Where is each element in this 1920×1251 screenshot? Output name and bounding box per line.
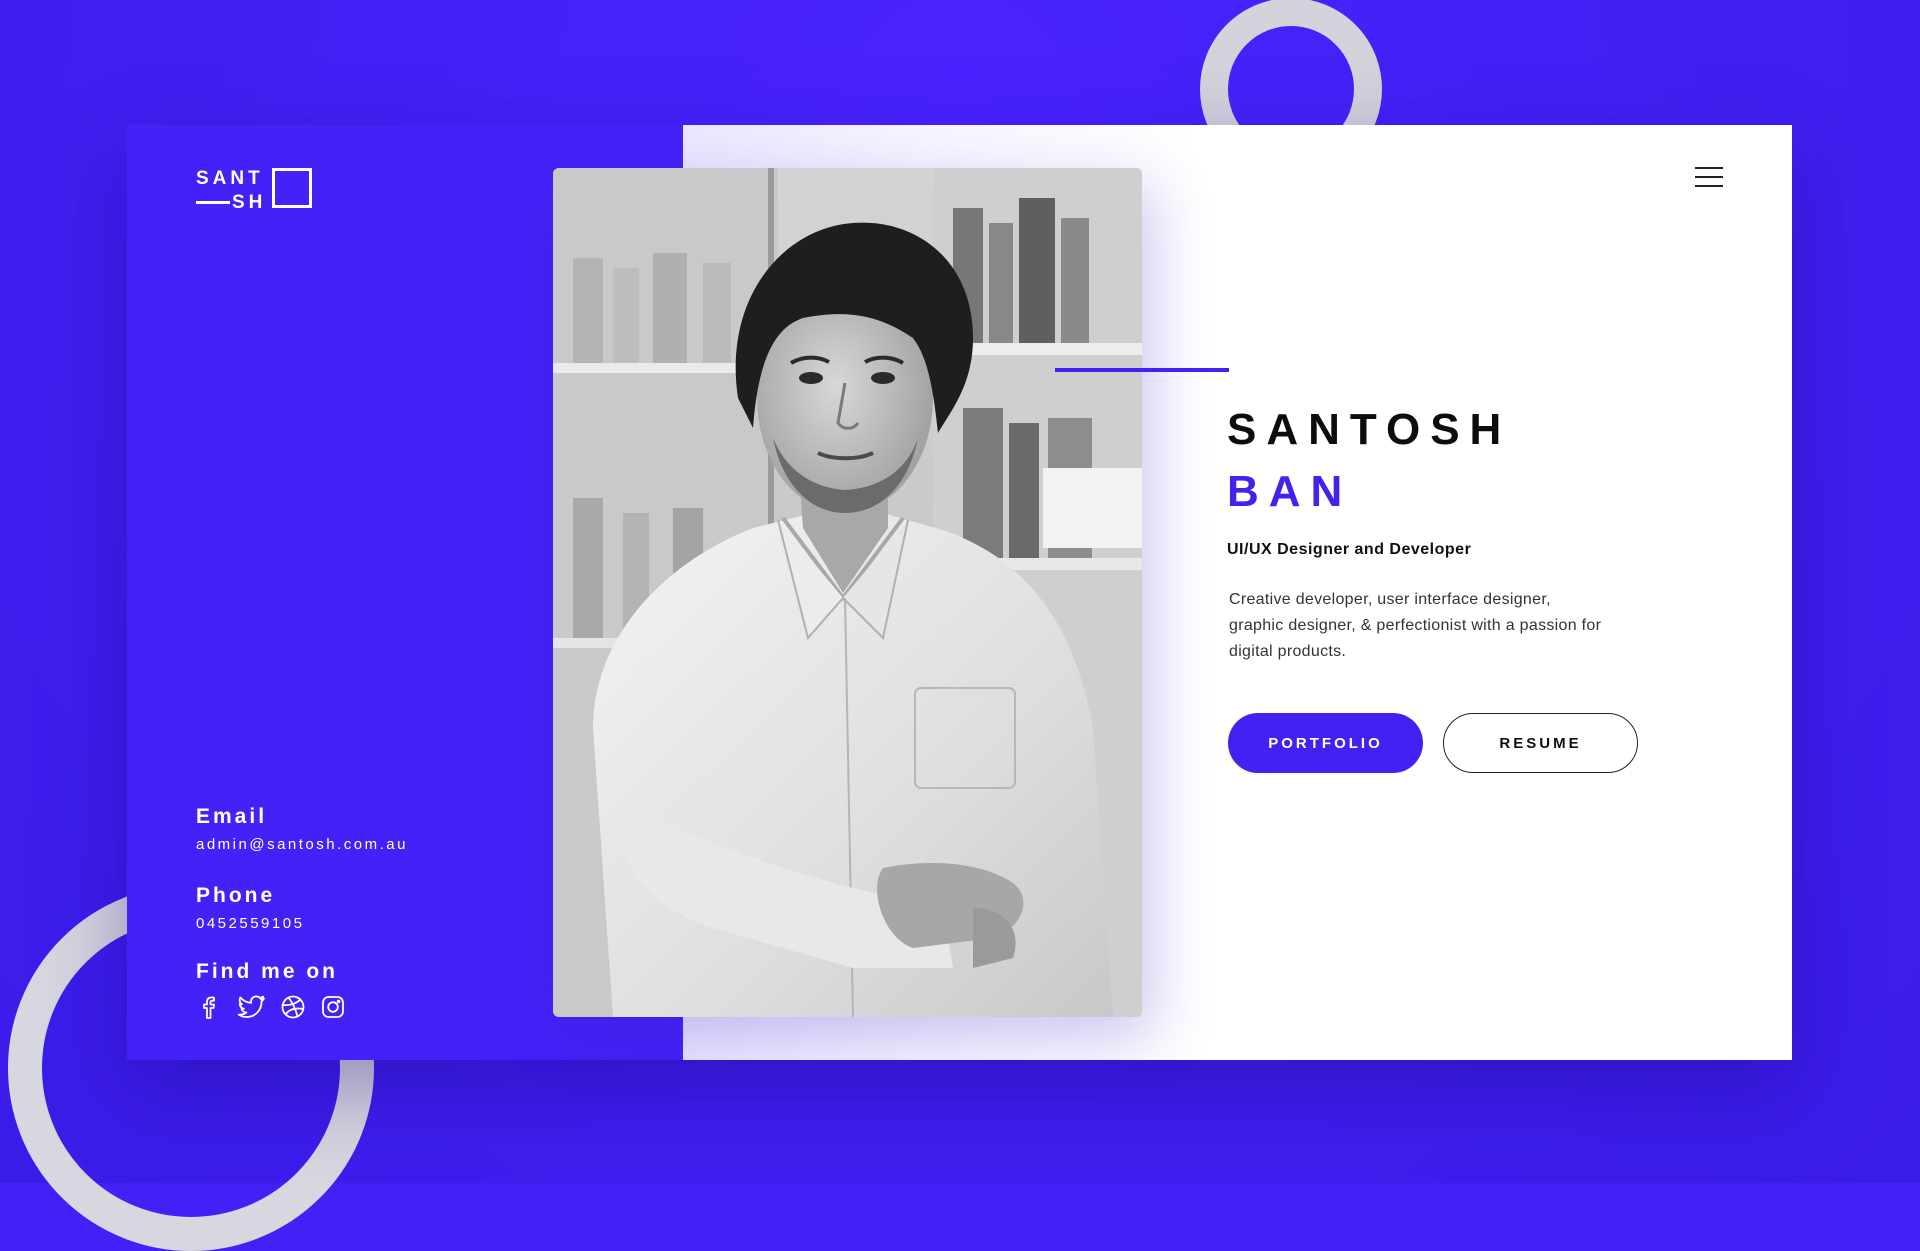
dribbble-icon[interactable] [280,994,306,1020]
last-name-heading: BAN [1227,467,1353,516]
role-subtitle: UI/UX Designer and Developer [1227,541,1472,558]
social-block: Find me on [196,960,346,1020]
phone-label: Phone [196,884,276,907]
find-me-label: Find me on [196,960,338,983]
logo-text-line2: SH [232,192,267,213]
email-label: Email [196,805,268,828]
hamburger-menu-icon[interactable] [1695,167,1723,189]
profile-photo [553,168,1142,1017]
resume-button[interactable]: RESUME [1443,713,1638,773]
phone-block: Phone 0452559105 [196,884,304,932]
bio-text: Creative developer, user interface desig… [1229,591,1602,660]
social-links [196,994,346,1020]
instagram-icon[interactable] [320,994,346,1020]
facebook-icon[interactable] [196,994,222,1020]
email-link[interactable]: admin@santosh.com.au [196,836,408,853]
phone-link[interactable]: 0452559105 [196,915,304,932]
logo-square [272,168,312,208]
email-block: Email admin@santosh.com.au [196,805,408,853]
first-name-heading: SANTOSH [1227,405,1512,454]
profile-card: SANT SH Email admin@santosh.com.au Phone… [127,125,1792,1060]
twitter-icon[interactable] [236,994,266,1020]
logo-dash [196,201,230,204]
portfolio-button[interactable]: PORTFOLIO [1228,713,1423,773]
accent-line [1055,368,1229,372]
logo-text-line1: SANT [196,168,264,189]
site-logo[interactable]: SANT SH [196,168,316,218]
